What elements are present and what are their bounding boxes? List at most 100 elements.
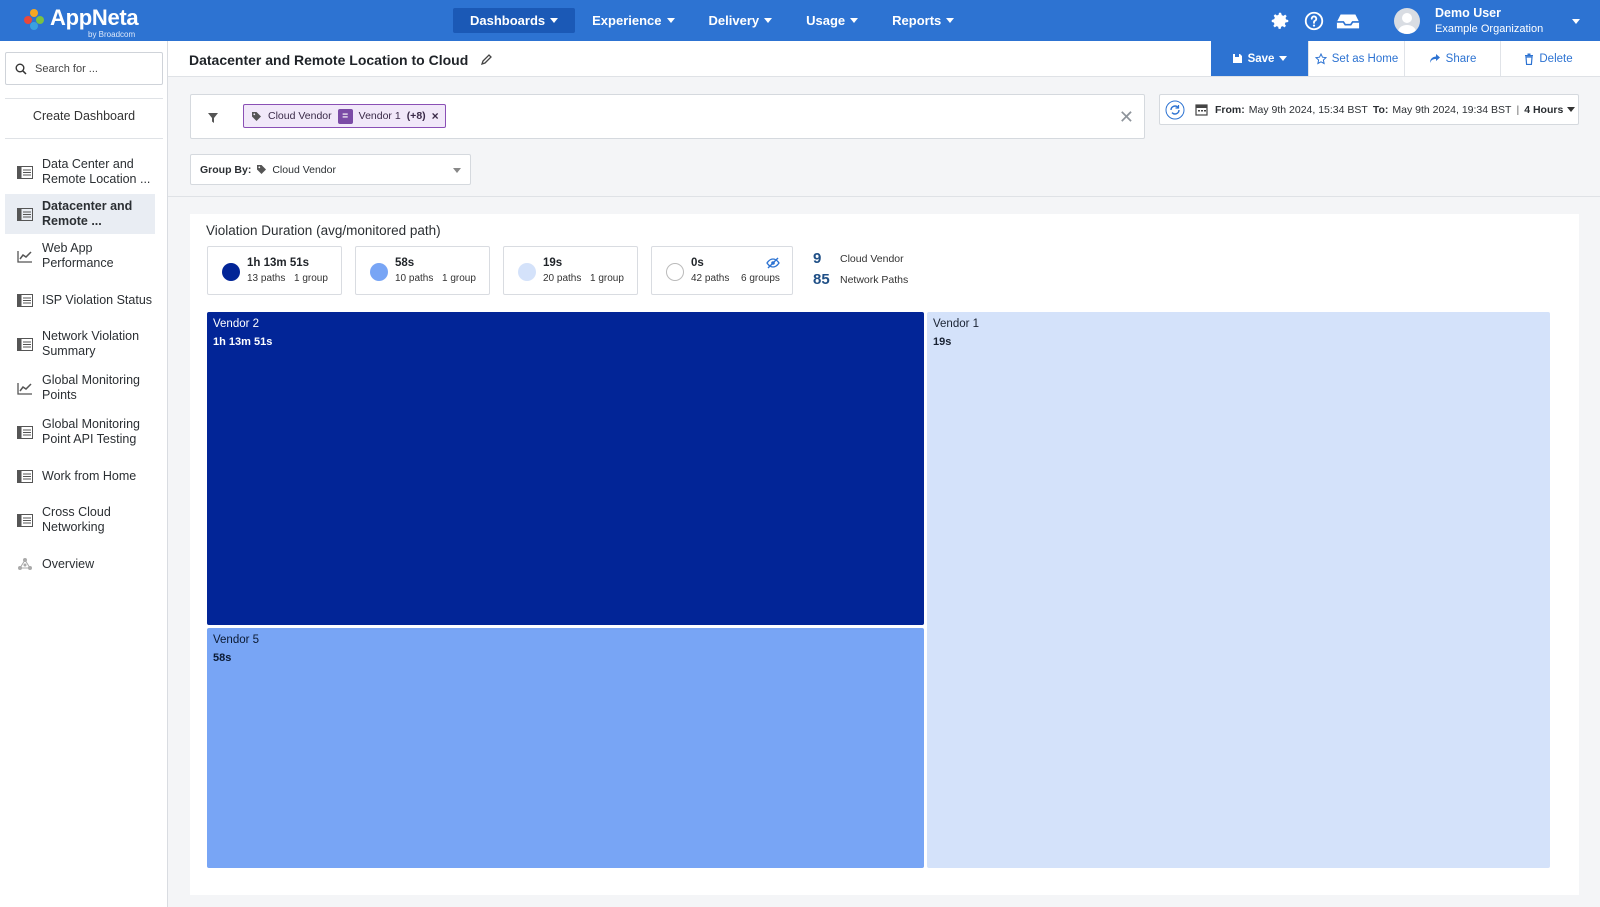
share-icon xyxy=(1429,54,1440,63)
nav-usage-label: Usage xyxy=(806,13,846,28)
sidebar-item-label: ISP Violation Status xyxy=(42,292,153,307)
chevron-down-icon[interactable] xyxy=(1567,107,1576,112)
chevron-down-icon xyxy=(453,168,461,173)
treemap-tile-vendor-5[interactable]: Vendor 5 58s xyxy=(207,628,924,868)
legend-swatch xyxy=(518,263,536,281)
eye-slash-icon[interactable] xyxy=(766,257,780,269)
sidebar-item-label: Network Violation Summary xyxy=(42,329,140,358)
legend-value: 19s xyxy=(543,257,563,269)
sidebar-item-8[interactable]: Work from Home xyxy=(5,454,155,498)
refresh-icon[interactable] xyxy=(1165,100,1185,120)
chevron-down-icon xyxy=(946,18,955,23)
sidebar-item-label: Web App Performance xyxy=(42,241,114,270)
list-icon xyxy=(17,293,33,307)
remove-chip-icon[interactable]: × xyxy=(432,109,439,123)
dashboard-header: Datacenter and Remote Location to Cloud … xyxy=(168,41,1600,77)
sidebar-item-3[interactable]: Web App Performance xyxy=(5,234,155,278)
time-range-picker[interactable]: From: May 9th 2024, 15:34 BST To: May 9t… xyxy=(1159,94,1579,125)
share-button[interactable]: Share xyxy=(1404,41,1500,76)
legend-paths: 10 paths xyxy=(395,273,434,284)
user-name: Demo User xyxy=(1435,6,1501,20)
legend-swatch xyxy=(222,263,240,281)
list-icon xyxy=(17,207,33,221)
network-paths-count: 85 xyxy=(813,271,830,288)
main-nav: Dashboards Experience Delivery Usage Rep… xyxy=(453,8,971,33)
legend-value: 1h 13m 51s xyxy=(247,257,310,269)
tile-name: Vendor 1 xyxy=(933,318,980,330)
chevron-down-icon xyxy=(550,18,559,23)
sidebar-item-label: Global Monitoring Points xyxy=(42,373,140,402)
nav-experience[interactable]: Experience xyxy=(575,8,691,33)
chevron-down-icon[interactable] xyxy=(1572,19,1580,24)
treemap: Vendor 2 1h 13m 51s Vendor 5 58s Vendor … xyxy=(207,312,1562,880)
legend-item[interactable]: 58s 10 paths 1 group xyxy=(355,246,490,295)
sidebar-item-6[interactable]: Global Monitoring Points xyxy=(5,366,155,410)
nav-dashboards-label: Dashboards xyxy=(470,13,546,28)
legend-item[interactable]: 0s 42 paths 6 groups xyxy=(651,246,793,295)
filter-bar[interactable]: Cloud Vendor = Vendor 1 (+8) × ✕ xyxy=(190,94,1145,139)
gear-icon[interactable] xyxy=(1268,9,1292,33)
sidebar-item-2[interactable]: Datacenter and Remote ... xyxy=(5,194,155,234)
sidebar-item-label: Overview xyxy=(42,556,95,571)
top-bar: AppNeta by Broadcom Dashboards Experienc… xyxy=(0,0,1600,41)
sidebar-item-label: Cross Cloud Networking xyxy=(42,505,111,534)
count-row: 85 Network Paths xyxy=(813,269,908,290)
page-title: Datacenter and Remote Location to Cloud xyxy=(189,52,469,68)
help-icon[interactable] xyxy=(1302,9,1326,33)
filter-chip[interactable]: Cloud Vendor = Vendor 1 (+8) × xyxy=(243,104,446,128)
sidebar-item-label: Work from Home xyxy=(42,468,137,483)
from-value: May 9th 2024, 15:34 BST xyxy=(1248,103,1368,116)
sidebar-item-4[interactable]: ISP Violation Status xyxy=(5,278,155,322)
clear-filter-icon[interactable]: ✕ xyxy=(1119,107,1134,128)
search-input[interactable] xyxy=(35,62,155,75)
chart-line-icon xyxy=(17,249,33,263)
treemap-tile-vendor-1[interactable]: Vendor 1 19s xyxy=(927,312,1550,868)
list-icon xyxy=(17,513,33,527)
sidebar-item-5[interactable]: Network Violation Summary xyxy=(5,322,155,366)
nav-usage[interactable]: Usage xyxy=(789,8,875,33)
list-icon xyxy=(17,425,33,439)
top-icons xyxy=(1268,9,1360,33)
list-icon xyxy=(17,165,33,179)
nav-dashboards[interactable]: Dashboards xyxy=(453,8,576,33)
nav-reports[interactable]: Reports xyxy=(875,8,971,33)
pencil-icon[interactable] xyxy=(480,52,494,66)
sidebar-item-10[interactable]: Overview xyxy=(5,542,155,586)
sidebar-item-1[interactable]: Data Center and Remote Location ... xyxy=(5,150,155,194)
sidebar-search xyxy=(5,52,163,85)
sidebar-item-label: Data Center and Remote Location ... xyxy=(42,157,151,186)
tile-value: 58s xyxy=(213,652,232,664)
nav-delivery[interactable]: Delivery xyxy=(692,8,790,33)
share-label: Share xyxy=(1445,52,1477,65)
time-range-value[interactable]: 4 Hours xyxy=(1524,104,1563,116)
create-dashboard-button[interactable]: Create Dashboard xyxy=(5,109,163,123)
legend-groups: 6 groups xyxy=(741,273,780,284)
inbox-icon[interactable] xyxy=(1336,9,1360,33)
network-icon xyxy=(17,557,33,571)
sidebar-item-7[interactable]: Global Monitoring Point API Testing xyxy=(5,410,155,454)
violation-panel: Violation Duration (avg/monitored path) … xyxy=(190,214,1579,895)
user-menu[interactable]: Demo User Example Organization xyxy=(1435,6,1543,35)
save-label: Save xyxy=(1247,52,1275,65)
delete-label: Delete xyxy=(1539,52,1573,65)
filter-chip-field: Cloud Vendor xyxy=(268,110,332,122)
legend-item[interactable]: 19s 20 paths 1 group xyxy=(503,246,638,295)
legend-value: 0s xyxy=(691,257,704,269)
calendar-icon xyxy=(1195,104,1208,116)
brand-sub: by Broadcom xyxy=(88,30,136,39)
trash-icon xyxy=(1525,53,1534,65)
appneta-logo[interactable]: AppNeta by Broadcom xyxy=(22,4,152,39)
to-value: May 9th 2024, 19:34 BST xyxy=(1392,103,1512,116)
delete-button[interactable]: Delete xyxy=(1500,41,1596,76)
save-button[interactable]: Save xyxy=(1211,41,1308,76)
treemap-tile-vendor-2[interactable]: Vendor 2 1h 13m 51s xyxy=(207,312,924,625)
avatar[interactable] xyxy=(1394,8,1420,34)
group-by-select[interactable]: Group By: Cloud Vendor xyxy=(190,154,471,185)
legend-paths: 13 paths xyxy=(247,273,286,284)
set-as-home-button[interactable]: Set as Home xyxy=(1308,41,1404,76)
tile-value: 19s xyxy=(933,336,952,348)
star-icon xyxy=(1314,52,1327,64)
sidebar-item-9[interactable]: Cross Cloud Networking xyxy=(5,498,155,542)
legend-item[interactable]: 1h 13m 51s 13 paths 1 group xyxy=(207,246,342,295)
tile-value: 1h 13m 51s xyxy=(213,336,273,348)
